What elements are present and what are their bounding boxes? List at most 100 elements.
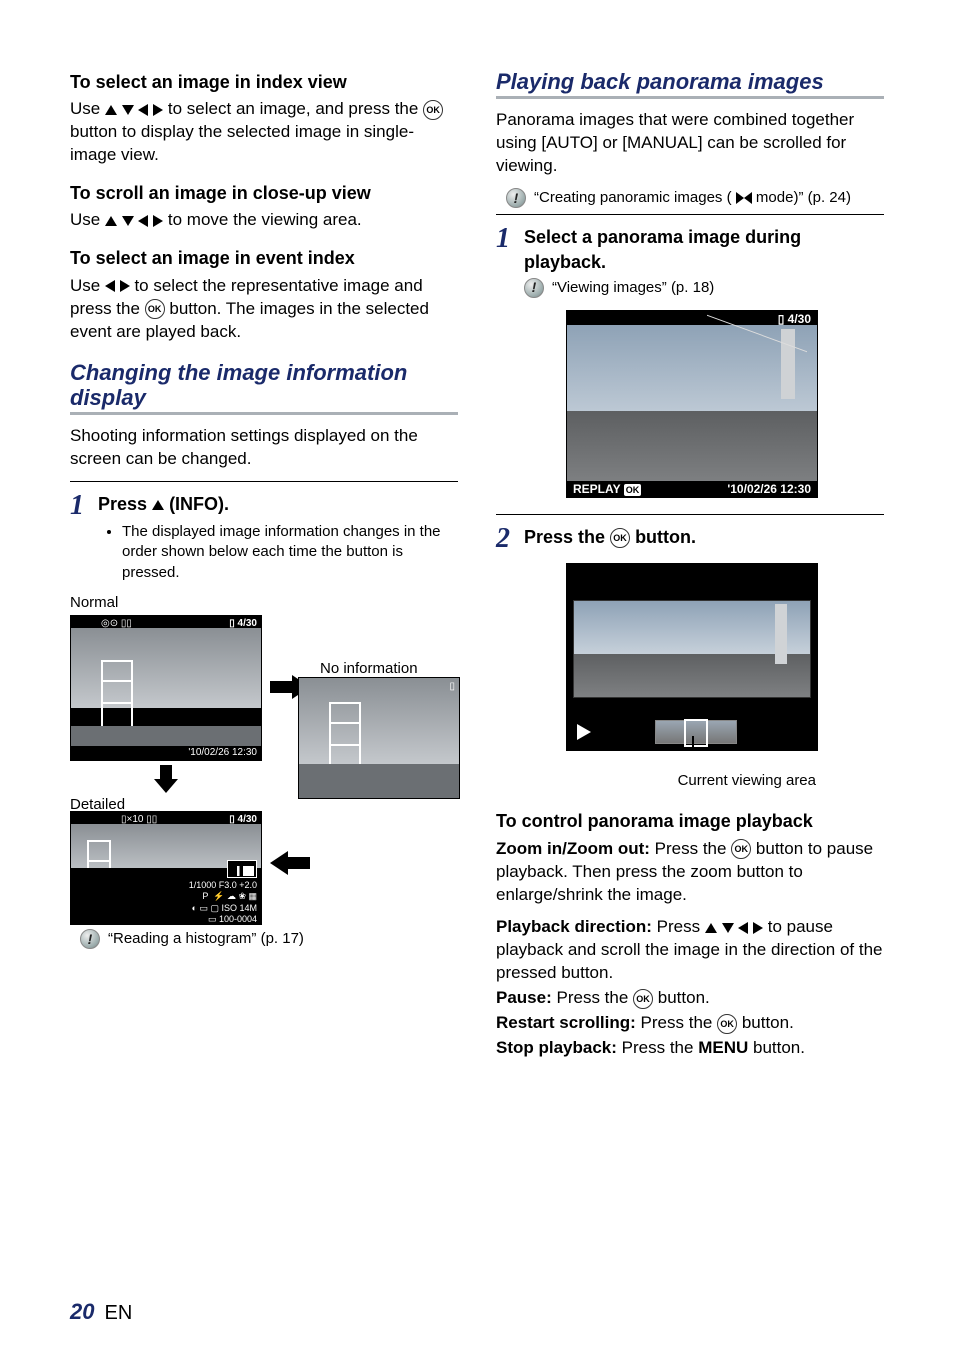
ok-icon: OK: [731, 839, 751, 859]
txt: mode)” (p. 24): [756, 189, 851, 206]
txt: 100-0004: [219, 914, 257, 924]
counter: ▯ 4/30: [778, 311, 811, 327]
txt: Press the: [655, 839, 732, 858]
right-icon: [753, 922, 763, 934]
step-text: Press the OK button.: [524, 525, 884, 549]
txt: Press the: [622, 1038, 699, 1057]
para-zoom: Zoom in/Zoom out: Press the OK button to…: [496, 838, 884, 907]
note-creating-panorama: ! “Creating panoramic images ( mode)” (p…: [506, 188, 884, 208]
caption-current-area: Current viewing area: [496, 771, 816, 791]
txt: Press the: [641, 1013, 718, 1032]
left-icon: [138, 215, 148, 227]
note-text: “Viewing images” (p. 18): [552, 278, 714, 298]
screen-no-info: ▯: [298, 677, 460, 799]
viewport-box: [684, 719, 708, 747]
right-column: Playing back panorama images Panorama im…: [496, 70, 884, 1060]
screen-detailed: ▯×10 ▯▯ ▯ 4/30 1/1000 F3.0 +2.0 P ⚡ ☁ ❀ …: [70, 811, 262, 925]
note-viewing: ! “Viewing images” (p. 18): [524, 278, 884, 298]
txt: P: [202, 891, 208, 901]
detailed-info-panel: 1/1000 F3.0 +2.0 P ⚡ ☁ ❀ ▦ ◐ ▭ ▢ ISO 14M…: [165, 860, 257, 925]
status-icons: ◎⊙ ▯▯: [101, 617, 132, 631]
txt: to select an image, and press the: [168, 99, 423, 118]
info-icon: !: [80, 929, 100, 949]
counter: ▯ 4/30: [229, 813, 257, 827]
para-scroll-closeup: Use to move the viewing area.: [70, 209, 458, 232]
step-2-right: 2 Press the OK button.: [496, 525, 884, 553]
ok-icon: OK: [423, 100, 443, 120]
ok-icon: OK: [633, 989, 653, 1009]
txt: 4/30: [238, 618, 257, 629]
up-icon: [105, 216, 117, 226]
replay-label: REPLAY OK: [573, 481, 641, 497]
txt: Use: [70, 210, 105, 229]
para-stop: Stop playback: Press the MENU button.: [496, 1037, 884, 1060]
mode-line: P ⚡ ☁ ❀ ▦: [165, 891, 257, 902]
txt: (INFO).: [169, 494, 229, 514]
step-body: Press (INFO). The displayed image inform…: [98, 492, 458, 589]
histogram-icon: [227, 860, 257, 878]
rule: [70, 481, 458, 482]
step-number: 1: [496, 225, 516, 300]
ok-icon: OK: [145, 299, 165, 319]
page-footer: 20 EN: [70, 1297, 132, 1327]
bullet-item: The displayed image information changes …: [122, 522, 458, 583]
down-icon: [722, 923, 734, 933]
down-icon: [122, 216, 134, 226]
heading-event-index: To select an image in event index: [70, 246, 458, 270]
txt: ×10: [127, 814, 144, 825]
down-icon: [122, 105, 134, 115]
right-icon: [153, 215, 163, 227]
page-columns: To select an image in index view Use to …: [70, 70, 884, 1060]
label: Stop playback:: [496, 1038, 617, 1057]
panorama-mode-icon: [736, 192, 752, 204]
txt: to move the viewing area.: [168, 210, 362, 229]
txt: Press the: [524, 527, 610, 547]
txt: button to display the selected image in …: [70, 122, 414, 164]
screen-panorama-replay: ▯ 4/30 REPLAY OK '10/02/26 12:30: [566, 310, 818, 498]
card-icon: ▯: [449, 680, 455, 694]
screen-normal: ▯ 4/30 ◎⊙ ▯▯ '10/02/26 12:30: [70, 615, 262, 761]
para-direction: Playback direction: Press to pause playb…: [496, 916, 884, 985]
step-bullets: The displayed image information changes …: [108, 522, 458, 583]
txt: button.: [742, 1013, 794, 1032]
mini-map: [655, 720, 737, 744]
rule: [496, 214, 884, 215]
exposure-line: 1/1000 F3.0 +2.0: [165, 880, 257, 891]
para-pause: Pause: Press the OK button.: [496, 987, 884, 1010]
section-title: Changing the image information display: [70, 361, 458, 409]
step-1-left: 1 Press (INFO). The displayed image info…: [70, 492, 458, 589]
rule: [496, 514, 884, 515]
para-panorama: Panorama images that were combined toget…: [496, 109, 884, 178]
label-normal: Normal: [70, 593, 458, 613]
label: Restart scrolling:: [496, 1013, 636, 1032]
txt: 4/30: [238, 814, 257, 825]
label: Pause:: [496, 988, 552, 1007]
counter: ▯ 4/30: [229, 617, 257, 631]
label: Playback direction:: [496, 917, 652, 936]
txt: Press the: [556, 988, 633, 1007]
step-body: Select a panorama image during playback.…: [524, 225, 884, 300]
step-body: Press the OK button.: [524, 525, 884, 553]
page-number: 20: [70, 1297, 94, 1327]
txt: 4/30: [788, 312, 811, 326]
heading-scroll-closeup: To scroll an image in close-up view: [70, 181, 458, 205]
language-code: EN: [104, 1300, 132, 1327]
txt: button.: [635, 527, 696, 547]
para-index-select: Use to select an image, and press the OK…: [70, 98, 458, 167]
txt: “Creating panoramic images (: [534, 189, 732, 206]
txt: Press: [657, 917, 705, 936]
screen-panorama-scroll: [566, 563, 818, 751]
ok-icon: OK: [610, 528, 630, 548]
txt: Use: [70, 276, 105, 295]
up-icon: [705, 923, 717, 933]
menu-button-label: MENU: [698, 1038, 748, 1057]
file-line: ▭ 100-0004: [165, 914, 257, 925]
txt: button.: [753, 1038, 805, 1057]
ok-icon: OK: [717, 1014, 737, 1034]
section-title: Playing back panorama images: [496, 70, 884, 94]
txt: button.: [658, 988, 710, 1007]
play-icon: [577, 724, 591, 740]
note-text: “Creating panoramic images ( mode)” (p. …: [534, 188, 851, 208]
para-section-a: Shooting information settings displayed …: [70, 425, 458, 471]
txt: REPLAY: [573, 482, 620, 496]
